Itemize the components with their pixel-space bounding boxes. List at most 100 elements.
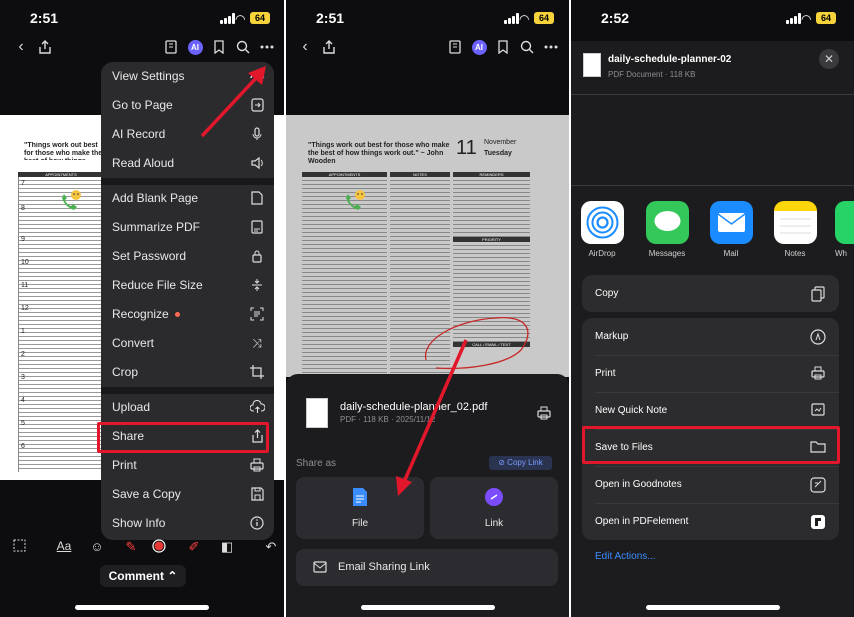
home-indicator xyxy=(75,605,209,610)
menu-item-summarize-pdf[interactable]: Summarize PDF xyxy=(101,213,274,242)
markup-icon xyxy=(810,329,826,345)
select-tool-icon[interactable] xyxy=(10,539,28,555)
action-markup[interactable]: Markup xyxy=(582,318,839,355)
messages-icon xyxy=(645,201,689,244)
pen-tool-icon[interactable]: ✎ xyxy=(122,539,140,555)
copy-icon xyxy=(810,286,826,302)
color-picker-icon[interactable] xyxy=(150,539,168,556)
copy-link-button[interactable]: ⊘ Copy Link xyxy=(489,456,552,470)
hour-label: 5 xyxy=(21,420,25,427)
menu-item-set-password[interactable]: Set Password xyxy=(101,242,274,271)
search-icon[interactable] xyxy=(234,38,252,56)
save-icon xyxy=(250,487,264,501)
share-target-notes[interactable]: Notes xyxy=(773,201,817,258)
ai-assistant-icon[interactable]: AI xyxy=(470,38,488,56)
mail-icon xyxy=(709,201,753,244)
menu-item-convert[interactable]: Convert ⤨ xyxy=(101,329,274,358)
ai-assistant-icon[interactable]: AI xyxy=(186,38,204,56)
back-icon[interactable]: ‹ xyxy=(296,38,314,56)
pages-icon[interactable] xyxy=(162,38,180,56)
comment-mode-selector[interactable]: Comment ⌃ xyxy=(100,565,186,587)
more-icon[interactable] xyxy=(542,38,560,56)
microphone-icon xyxy=(250,127,264,141)
share-target-whatsapp[interactable]: Wh xyxy=(835,201,854,258)
cellular-signal-icon xyxy=(220,13,236,24)
export-icon[interactable] xyxy=(320,38,338,56)
menu-item-show-info[interactable]: Show Info xyxy=(101,509,274,538)
share-target-mail[interactable]: Mail xyxy=(709,201,753,258)
close-icon[interactable]: ✕ xyxy=(819,49,839,69)
file-meta: PDF Document · 118 KB xyxy=(608,70,696,79)
clock: 2:51 xyxy=(30,10,59,26)
lock-icon xyxy=(250,249,264,263)
new-badge-dot xyxy=(174,312,180,318)
menu-item-crop[interactable]: Crop xyxy=(101,358,274,387)
wifi-icon: ◠ xyxy=(519,12,530,26)
hour-label: 3 xyxy=(21,374,25,381)
pages-icon[interactable] xyxy=(446,38,464,56)
action-open-in-goodnotes[interactable]: Open in Goodnotes xyxy=(582,466,839,503)
search-icon[interactable] xyxy=(518,38,536,56)
panel-menu: 2:51 ◠ 64 ‹ AI "Things work out best for… xyxy=(0,0,284,617)
bookmark-icon[interactable] xyxy=(494,38,512,56)
cellular-signal-icon xyxy=(504,13,520,24)
menu-item-save-a-copy[interactable]: Save a Copy xyxy=(101,480,274,509)
menu-item-recognize[interactable]: Recognize xyxy=(101,300,274,329)
whatsapp-icon xyxy=(835,201,854,244)
action-print[interactable]: Print xyxy=(582,355,839,392)
menu-item-view-settings[interactable]: View Settings AA xyxy=(101,62,274,91)
hour-label: 4 xyxy=(21,397,25,404)
undo-icon[interactable]: ↶ xyxy=(262,539,280,555)
text-tool-icon[interactable]: Aa xyxy=(55,539,73,553)
hour-label: 6 xyxy=(21,443,25,450)
compress-icon xyxy=(250,278,264,292)
sticker-icon[interactable]: ☺ xyxy=(88,539,106,554)
hour-label: 12 xyxy=(21,305,29,312)
action-new-quick-note[interactable]: New Quick Note xyxy=(582,392,839,429)
share-target-messages[interactable]: Messages xyxy=(645,201,689,258)
page-quote: "Things work out best for those who make… xyxy=(308,142,450,165)
printer-icon[interactable] xyxy=(537,406,551,425)
pdf-page-dimmed: "Things work out best for those who make… xyxy=(286,115,569,377)
menu-item-upload[interactable]: Upload xyxy=(101,393,274,422)
day-number: 11 xyxy=(456,137,477,159)
file-meta: PDF · 118 KB · 2025/11/12 xyxy=(340,415,436,424)
red-ink-scribble xyxy=(424,316,529,370)
airdrop-icon xyxy=(580,201,624,244)
month-label: November xyxy=(484,139,517,146)
share-as-link-button[interactable]: Link xyxy=(430,477,558,539)
action-copy[interactable]: Copy xyxy=(582,275,839,312)
link-icon xyxy=(485,488,503,506)
export-icon[interactable] xyxy=(36,38,54,56)
home-indicator xyxy=(360,605,495,610)
copy-action-group: Copy xyxy=(582,275,839,312)
file-thumbnail xyxy=(306,398,328,428)
eraser-icon[interactable]: ◧ xyxy=(218,539,236,555)
menu-item-go-to-page[interactable]: Go to Page xyxy=(101,91,274,120)
menu-item-read-aloud[interactable]: Read Aloud xyxy=(101,149,274,178)
edit-actions-link[interactable]: Edit Actions... xyxy=(595,551,656,562)
status-bar: 2:51 ◠ 64 xyxy=(286,0,569,36)
share-as-file-button[interactable]: File xyxy=(296,477,424,539)
email-sharing-link-button[interactable]: Email Sharing Link xyxy=(296,549,558,586)
menu-item-add-blank-page[interactable]: Add Blank Page xyxy=(101,184,274,213)
menu-item-ai-record[interactable]: AI Record xyxy=(101,120,274,149)
cloud-upload-icon xyxy=(249,399,266,414)
more-icon[interactable] xyxy=(258,38,276,56)
menu-item-reduce-file-size[interactable]: Reduce File Size xyxy=(101,271,274,300)
share-highlight-box xyxy=(97,422,269,453)
quick-note-icon xyxy=(810,403,826,419)
highlighter-icon[interactable]: ✐ xyxy=(185,539,203,555)
file-name: daily-schedule-planner_02.pdf xyxy=(340,401,488,413)
share-target-airdrop[interactable]: AirDrop xyxy=(580,201,624,258)
printer-icon xyxy=(250,458,264,472)
home-indicator xyxy=(645,605,780,610)
phone-sticker-icon xyxy=(62,190,81,210)
menu-item-print[interactable]: Print xyxy=(101,451,274,480)
bookmark-icon[interactable] xyxy=(210,38,228,56)
status-bar: 2:52 ◠ 64 xyxy=(571,0,854,36)
back-icon[interactable]: ‹ xyxy=(12,38,30,56)
blank-page-icon xyxy=(250,191,264,205)
hour-label: 8 xyxy=(21,205,25,212)
action-open-in-pdfelement[interactable]: Open in PDFelement xyxy=(582,503,839,540)
